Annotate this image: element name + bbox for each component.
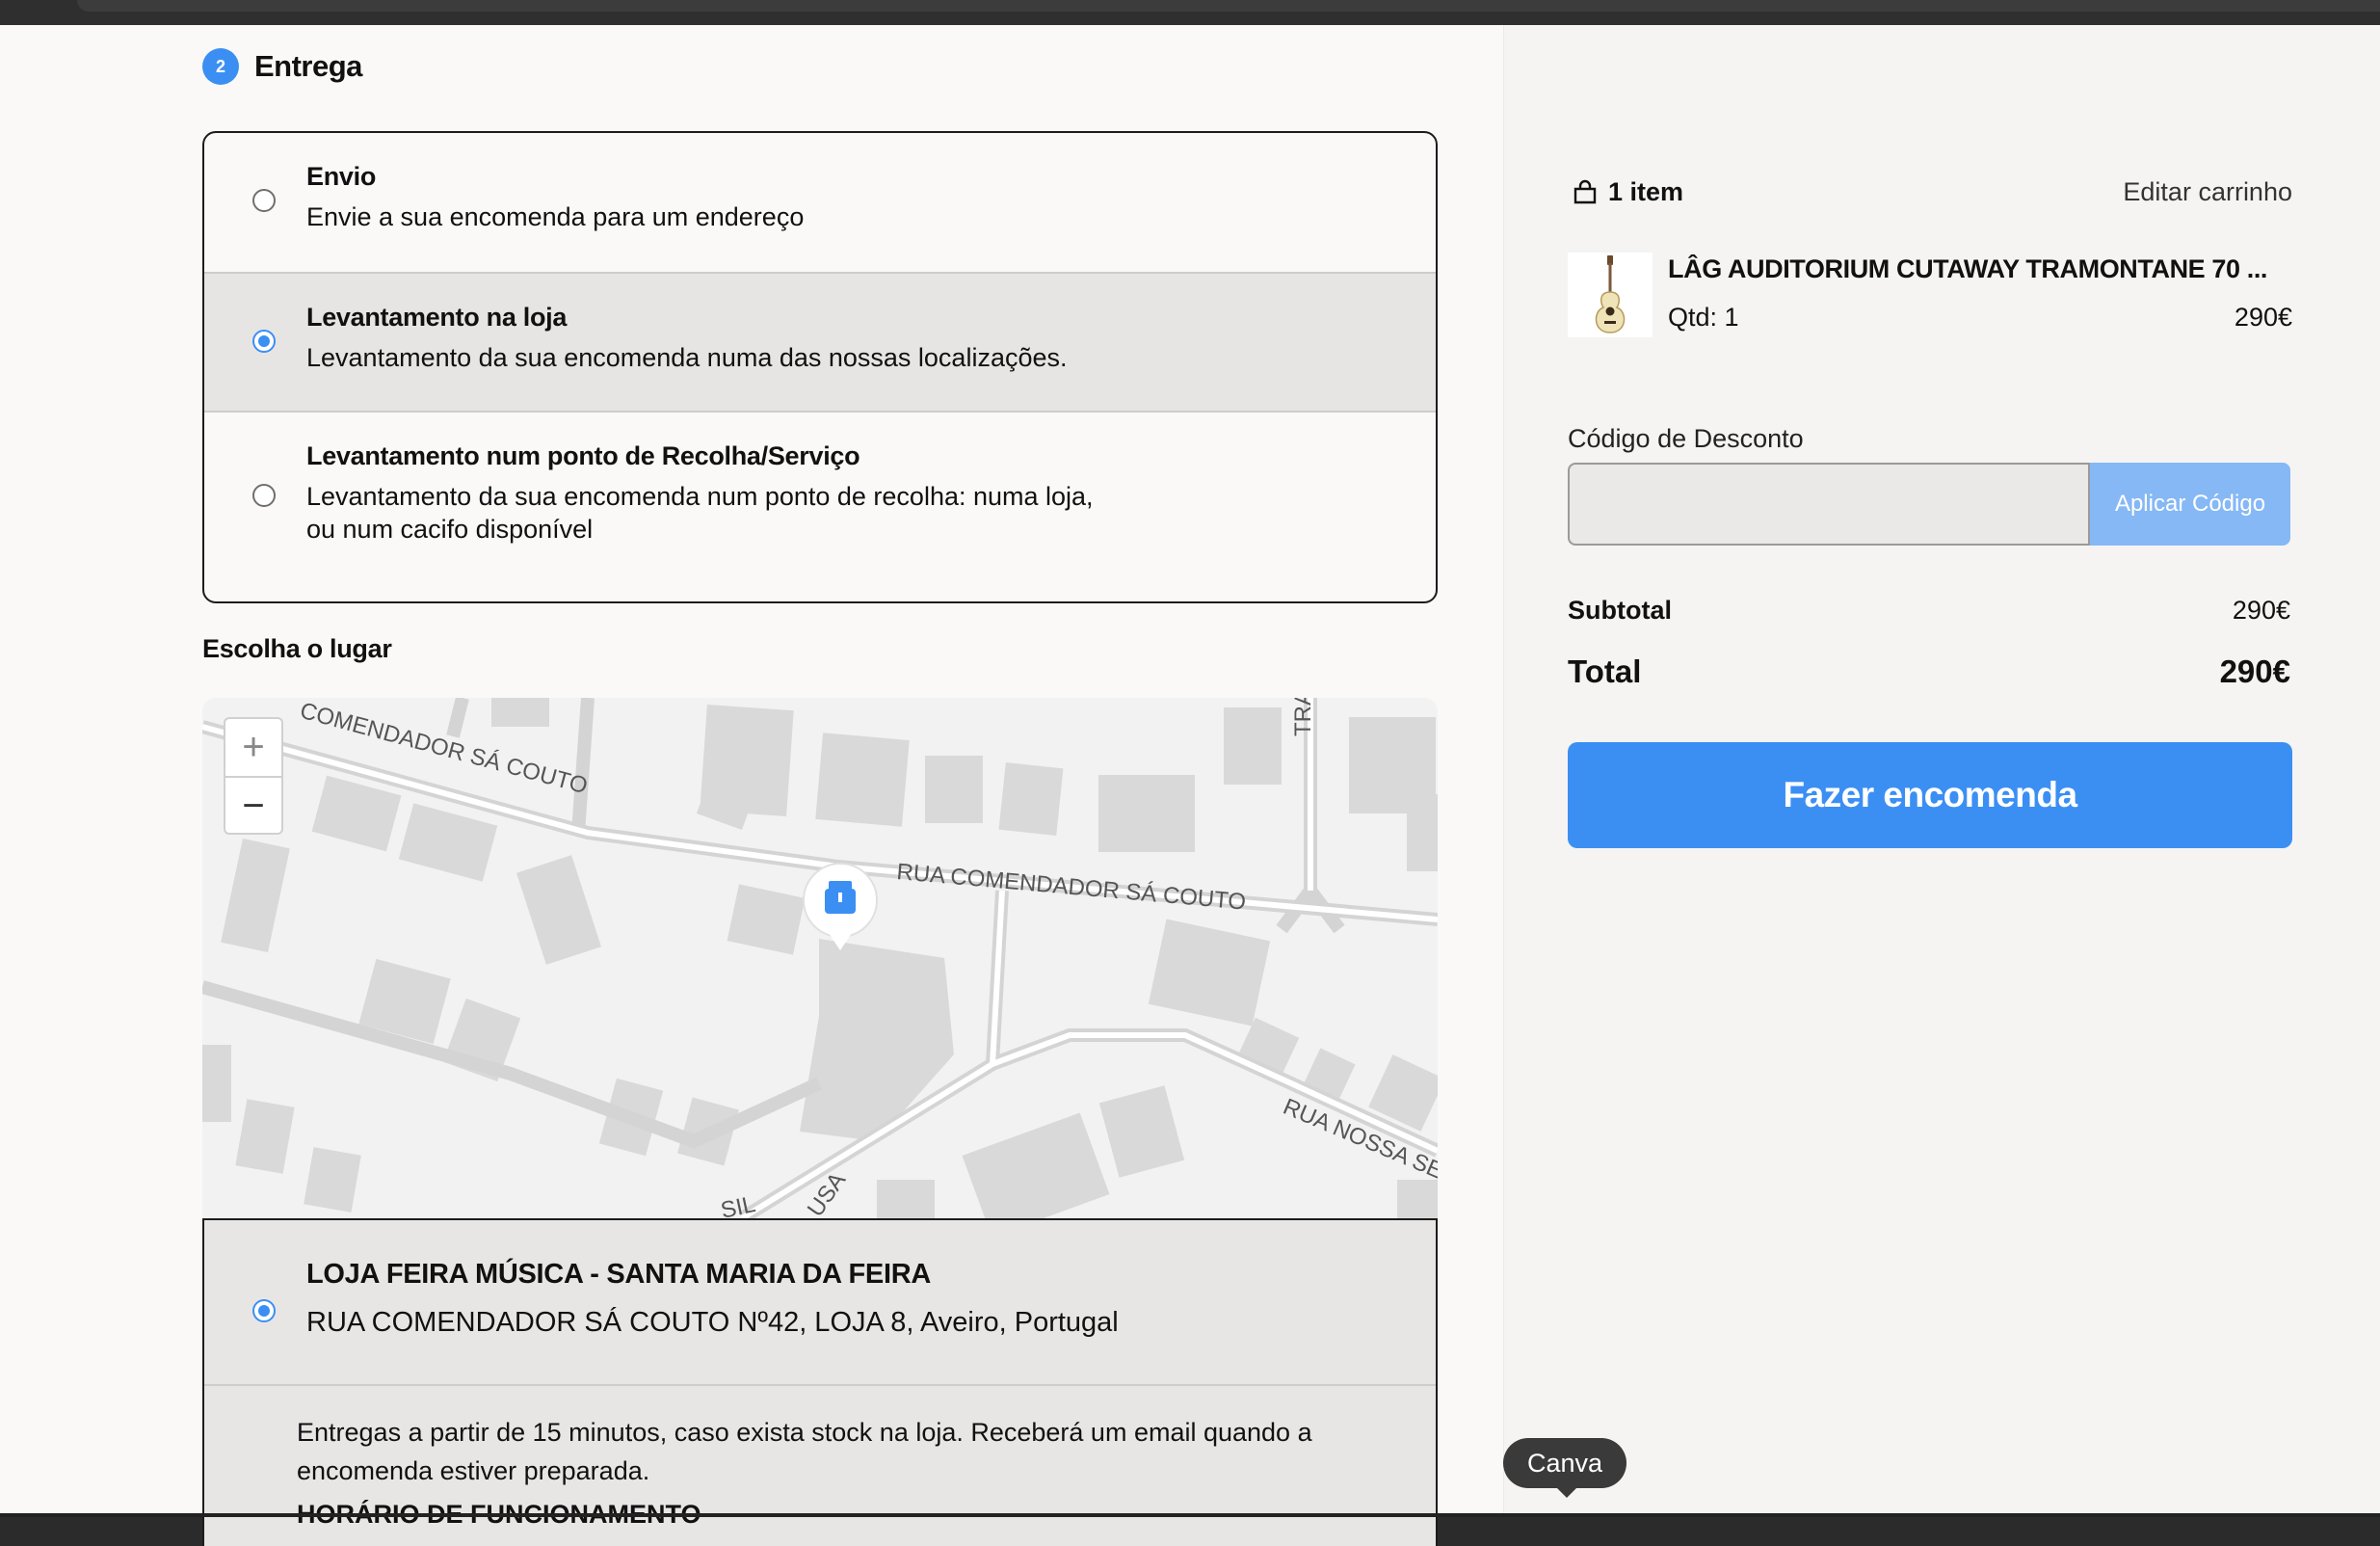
- divider: [204, 1384, 1436, 1386]
- step-number-badge: 2: [202, 48, 239, 85]
- option-description: Envie a sua encomenda para um endereço: [306, 202, 805, 231]
- total-value: 290€: [2219, 653, 2290, 689]
- delivery-options: Envio Envie a sua encomenda para um ende…: [202, 131, 1438, 603]
- store-info: Entregas a partir de 15 minutos, caso ex…: [297, 1418, 1312, 1485]
- subtotal-value: 290€: [2232, 596, 2290, 625]
- zoom-out-button[interactable]: −: [225, 778, 281, 835]
- subtotal-label: Subtotal: [1568, 596, 1672, 625]
- option-title: Levantamento num ponto de Recolha/Serviç…: [306, 441, 860, 470]
- radio-shipping[interactable]: [252, 189, 276, 212]
- bottom-edge: [0, 1513, 2380, 1517]
- option-description-line2: ou num cacifo disponível: [306, 515, 594, 544]
- discount-label: Código de Desconto: [1568, 424, 1804, 453]
- canva-tooltip: Canva: [1503, 1438, 1626, 1498]
- map-zoom-control: + −: [224, 717, 283, 835]
- product-quantity: Qtd: 1: [1668, 303, 1739, 332]
- store-pin-icon[interactable]: [803, 863, 878, 950]
- street-label: TRA: [1290, 698, 1316, 736]
- cart-count: 1 item: [1608, 177, 1684, 206]
- radio-store-pickup[interactable]: [252, 330, 276, 353]
- radio-selected-dot: [258, 335, 270, 347]
- store-map[interactable]: COMENDADOR SÁ COUTO RUA COMENDADOR SÁ CO…: [202, 698, 1438, 1218]
- option-title: Levantamento na loja: [306, 303, 568, 332]
- total-label: Total: [1568, 653, 1642, 689]
- step-title: Entrega: [254, 49, 362, 83]
- radio-store[interactable]: [252, 1299, 276, 1322]
- street-label: RUA COMENDADOR SÁ COUTO: [895, 859, 1247, 916]
- choose-place-label: Escolha o lugar: [202, 634, 392, 663]
- checkout-page: 2 Entrega Envio Envie a sua encomenda pa…: [0, 25, 2380, 1546]
- product-name: LÂG AUDITORIUM CUTAWAY TRAMONTANE 70 ...: [1668, 254, 2268, 283]
- order-summary: 1 item Editar carrinho LÂG AUDITORIUM CU…: [1503, 25, 2380, 1515]
- place-order-button[interactable]: Fazer encomenda: [1568, 742, 2292, 848]
- radio-selected-dot: [258, 1305, 270, 1317]
- subtotal-row: Subtotal 290€: [1568, 596, 2290, 626]
- option-description: Levantamento da sua encomenda numa das n…: [306, 343, 1068, 372]
- edit-cart-link[interactable]: Editar carrinho: [2123, 177, 2292, 207]
- zoom-in-button[interactable]: +: [225, 719, 281, 778]
- product-price: 290€: [2234, 303, 2292, 332]
- street-label: SIL: [719, 1191, 758, 1218]
- option-description-line1: Levantamento da sua encomenda num ponto …: [306, 482, 1094, 511]
- browser-top-bar: [0, 0, 2380, 25]
- browser-tab-strip: [77, 0, 2380, 12]
- store-name: LOJA FEIRA MÚSICA - SANTA MARIA DA FEIRA: [306, 1259, 931, 1290]
- cart-header: 1 item: [1572, 177, 1683, 207]
- radio-pickup-point[interactable]: [252, 484, 276, 507]
- product-thumbnail: [1568, 253, 1653, 337]
- map-canvas: COMENDADOR SÁ COUTO RUA COMENDADOR SÁ CO…: [202, 698, 1438, 1218]
- apply-code-button[interactable]: Aplicar Código: [2090, 463, 2290, 546]
- discount-code-input[interactable]: [1568, 463, 2090, 546]
- delivery-option-shipping[interactable]: Envio Envie a sua encomenda para um ende…: [204, 133, 1436, 274]
- option-title: Envio: [306, 162, 377, 191]
- shopping-bag-icon: [1573, 179, 1597, 203]
- guitar-icon: [1595, 255, 1626, 333]
- delivery-step-header: 2 Entrega: [202, 48, 362, 85]
- store-option-selected[interactable]: LOJA FEIRA MÚSICA - SANTA MARIA DA FEIRA…: [202, 1218, 1438, 1546]
- checkout-main: 2 Entrega Envio Envie a sua encomenda pa…: [0, 25, 1503, 1546]
- delivery-option-store-pickup[interactable]: Levantamento na loja Levantamento da sua…: [204, 274, 1436, 413]
- delivery-option-pickup-point[interactable]: Levantamento num ponto de Recolha/Serviç…: [204, 413, 1436, 601]
- total-row: Total 290€: [1568, 653, 2290, 690]
- store-address: RUA COMENDADOR SÁ COUTO Nº42, LOJA 8, Av…: [306, 1307, 1119, 1338]
